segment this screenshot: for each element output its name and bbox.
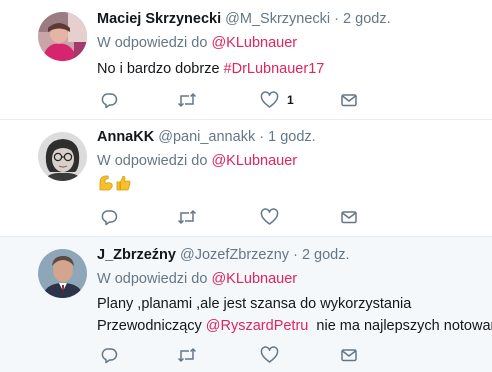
reply-button[interactable] <box>100 207 118 227</box>
retweet-button[interactable] <box>177 345 197 365</box>
user-handle[interactable]: @JozefZbrzezny <box>180 247 289 263</box>
avatar[interactable] <box>38 12 87 61</box>
direct-message-icon <box>341 94 357 107</box>
tweet-2[interactable]: AnnaKK @pani_annakk · 1 godz. W odpowied… <box>0 120 492 237</box>
direct-message-button[interactable] <box>340 345 358 365</box>
reply-button[interactable] <box>100 345 118 365</box>
heart-icon <box>260 208 279 225</box>
heart-icon <box>260 346 279 363</box>
thumbs-up-emoji <box>116 176 131 191</box>
display-name[interactable]: J_Zbrzeźny <box>97 247 176 263</box>
separator-dot: · <box>334 11 340 27</box>
hashtag-link[interactable]: #DrLubnauer17 <box>224 61 325 77</box>
separator-dot: · <box>259 129 265 145</box>
reply-icon <box>101 210 118 226</box>
user-handle[interactable]: @pani_annakk <box>158 129 255 145</box>
like-button[interactable]: 1 <box>260 90 294 110</box>
tweet-text: Plany ,planami ,ale jest szansa do wykor… <box>97 293 492 337</box>
reply-prefix: W odpowiedzi do <box>97 271 208 287</box>
avatar[interactable] <box>38 249 87 298</box>
tweet-text-line-1: Plany ,planami ,ale jest szansa do wykor… <box>97 296 412 312</box>
tweet-header: J_Zbrzeźny @JozefZbrzezny · 2 godz. <box>97 246 484 264</box>
tweet-text-plain: nie ma najlepszych notowań <box>308 318 492 334</box>
direct-message-button[interactable] <box>340 207 358 227</box>
display-name[interactable]: AnnaKK <box>97 129 154 145</box>
reply-prefix: W odpowiedzi do <box>97 153 208 169</box>
tweet-3[interactable]: J_Zbrzeźny @JozefZbrzezny · 2 godz. W od… <box>0 237 492 372</box>
reply-context: W odpowiedzi do @KLubnauer <box>97 34 484 52</box>
retweet-button[interactable] <box>177 207 197 227</box>
direct-message-button[interactable] <box>340 90 358 110</box>
tweet-1[interactable]: Maciej Skrzynecki @M_Skrzynecki · 2 godz… <box>0 0 492 120</box>
retweet-icon <box>177 347 197 363</box>
timestamp[interactable]: 2 godz. <box>302 247 350 263</box>
mention-link[interactable]: @RyszardPetru <box>206 318 309 334</box>
reply-button[interactable] <box>100 90 118 110</box>
direct-message-icon <box>341 349 357 362</box>
display-name[interactable]: Maciej Skrzynecki <box>97 11 221 27</box>
heart-icon <box>260 91 279 108</box>
flexed-biceps-emoji <box>99 175 113 191</box>
reply-context: W odpowiedzi do @KLubnauer <box>97 152 484 170</box>
tweet-text: No i bardzo dobrze #DrLubnauer17 <box>97 58 484 80</box>
tweet-text-plain: Przewodniczący <box>97 318 206 334</box>
reply-prefix: W odpowiedzi do <box>97 35 208 51</box>
reply-context: W odpowiedzi do @KLubnauer <box>97 270 484 288</box>
reply-mention-link[interactable]: @KLubnauer <box>211 35 297 51</box>
separator-dot: · <box>293 247 298 263</box>
like-button[interactable] <box>260 207 279 227</box>
tweet-text-plain: No i bardzo dobrze <box>97 61 224 77</box>
timestamp[interactable]: 2 godz. <box>343 11 391 27</box>
retweet-icon <box>177 209 197 225</box>
tweet-header: Maciej Skrzynecki @M_Skrzynecki · 2 godz… <box>97 10 484 28</box>
tweet-emoji <box>97 174 132 192</box>
tweet-text-line-2: Przewodniczący @RyszardPetru nie ma najl… <box>97 315 492 337</box>
like-count: 1 <box>287 93 294 107</box>
reply-mention-link[interactable]: @KLubnauer <box>211 153 297 169</box>
reply-mention-link[interactable]: @KLubnauer <box>211 271 297 287</box>
like-button[interactable] <box>260 345 279 365</box>
direct-message-icon <box>341 211 357 224</box>
user-handle[interactable]: @M_Skrzynecki <box>225 11 330 27</box>
retweet-button[interactable] <box>177 90 197 110</box>
reply-icon <box>101 348 118 364</box>
retweet-icon <box>177 92 197 108</box>
timestamp[interactable]: 1 godz. <box>268 129 316 145</box>
avatar[interactable] <box>38 132 87 181</box>
reply-icon <box>101 93 118 109</box>
tweet-header: AnnaKK @pani_annakk · 1 godz. <box>97 128 484 146</box>
